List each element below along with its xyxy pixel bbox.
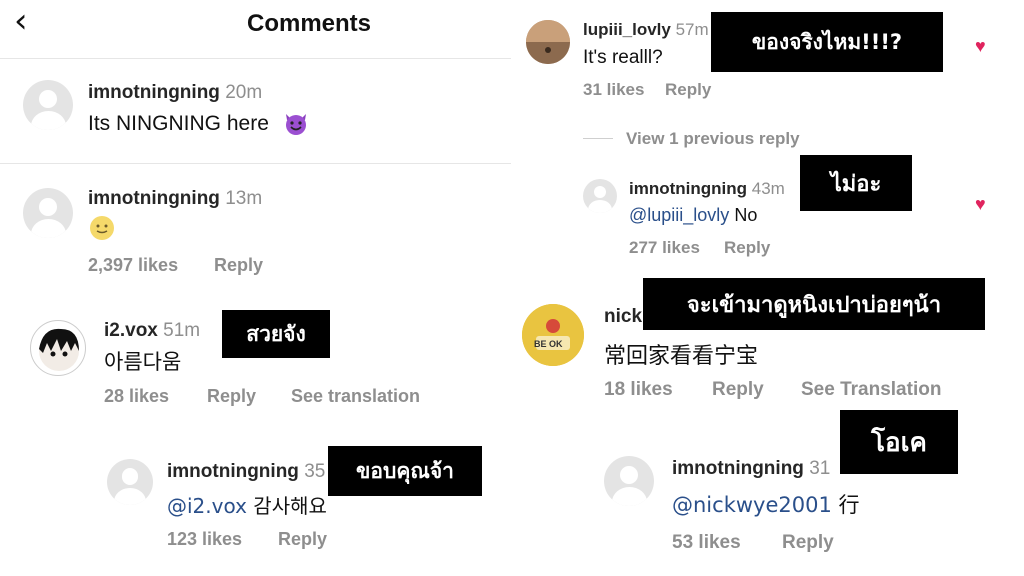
comment-header: imnotningning 35	[167, 461, 325, 483]
avatar[interactable]	[30, 320, 86, 376]
smiling-devil-emoji-icon	[283, 110, 309, 136]
comment-time: 57m	[675, 20, 709, 39]
comment-text: 아름다움	[104, 350, 182, 374]
see-translation-link[interactable]: See Translation	[801, 379, 941, 401]
thai-translation-overlay: โอเค	[840, 410, 958, 474]
reply-button[interactable]: Reply	[214, 255, 263, 276]
comment-text: It's realll?	[583, 47, 663, 68]
username[interactable]: imnotningning	[629, 179, 747, 198]
username[interactable]: imnotningning	[88, 82, 220, 103]
comment-text: Its NINGNING here	[88, 112, 269, 135]
avatar[interactable]	[23, 188, 73, 238]
thai-translation-overlay: ไม่อะ	[800, 155, 912, 211]
panel-separator	[511, 0, 521, 576]
thai-translation-overlay: จะเข้ามาดูหนิงเปาบ่อยๆน้า	[643, 278, 985, 330]
thai-translation-overlay: สวยจัง	[222, 310, 330, 358]
mention-link[interactable]: @lupiii_lovly	[629, 205, 729, 225]
comment-header: imnotningning 31	[672, 458, 830, 480]
comment-header: imnotningning 13m	[88, 188, 262, 210]
avatar[interactable]	[23, 80, 73, 130]
reply-button[interactable]: Reply	[665, 80, 711, 100]
comment-likes[interactable]: 28 likes	[104, 386, 169, 407]
comment-text: @nickwye2001 行	[672, 493, 860, 517]
avatar[interactable]	[107, 459, 153, 505]
reply-button[interactable]: Reply	[278, 529, 327, 550]
comment-time: 43m	[751, 179, 785, 198]
reply-button[interactable]: Reply	[724, 238, 770, 258]
comment-time: 35	[304, 461, 326, 482]
comment-text: 常回家看看宁宝	[604, 344, 759, 369]
slightly-smiling-face-emoji-icon	[88, 214, 116, 242]
comment-header: imnotningning 20m	[88, 82, 262, 104]
username[interactable]: i2.vox	[104, 320, 158, 341]
comment-divider	[0, 163, 511, 164]
comment-likes[interactable]: 18 likes	[604, 379, 673, 401]
reply-thread-line	[583, 138, 613, 139]
username[interactable]: nick	[604, 306, 642, 327]
view-previous-replies-link[interactable]: View 1 previous reply	[626, 129, 800, 149]
comment-time: 20m	[225, 82, 263, 103]
liked-heart-icon[interactable]: ♥	[975, 36, 986, 57]
comment-text: @lupiii_lovly No	[629, 205, 758, 225]
liked-heart-icon[interactable]: ♥	[975, 194, 986, 215]
thai-translation-overlay: ขอบคุณจ้า	[328, 446, 482, 496]
avatar[interactable]	[604, 456, 654, 506]
comment-likes[interactable]: 277 likes	[629, 238, 700, 258]
comment-likes[interactable]: 53 likes	[672, 532, 741, 554]
header-divider	[0, 58, 511, 59]
comment-header: i2.vox 51m	[104, 320, 200, 342]
avatar[interactable]	[583, 179, 617, 213]
thai-translation-overlay: ของจริงไหม!!!?	[711, 12, 943, 72]
comment-time: 13m	[225, 188, 263, 209]
comment-likes[interactable]: 123 likes	[167, 529, 242, 550]
comment-header: imnotningning 43m	[629, 179, 785, 199]
comment-time: 31	[809, 458, 831, 479]
mention-link[interactable]: @i2.vox	[167, 494, 247, 518]
username[interactable]: imnotningning	[672, 458, 804, 479]
comment-likes[interactable]: 2,397 likes	[88, 255, 178, 276]
comment-likes[interactable]: 31 likes	[583, 80, 644, 100]
reply-button[interactable]: Reply	[782, 532, 834, 554]
username[interactable]: imnotningning	[88, 188, 220, 209]
username[interactable]: imnotningning	[167, 461, 299, 482]
back-chevron-icon[interactable]: ‹	[14, 4, 28, 38]
comment-header: nick	[604, 306, 642, 328]
avatar[interactable]	[526, 20, 570, 64]
comment-header: lupiii_lovly 57m	[583, 20, 709, 40]
reply-button[interactable]: Reply	[207, 386, 256, 407]
page-title: Comments	[247, 10, 372, 37]
avatar-text: BE OK	[534, 339, 563, 349]
username[interactable]: lupiii_lovly	[583, 20, 671, 39]
avatar[interactable]	[522, 304, 584, 366]
comment-text: @i2.vox 감사해요	[167, 494, 327, 518]
mention-link[interactable]: @nickwye2001	[672, 493, 832, 517]
see-translation-link[interactable]: See translation	[291, 386, 420, 407]
comment-time: 51m	[163, 320, 201, 341]
reply-button[interactable]: Reply	[712, 379, 764, 401]
